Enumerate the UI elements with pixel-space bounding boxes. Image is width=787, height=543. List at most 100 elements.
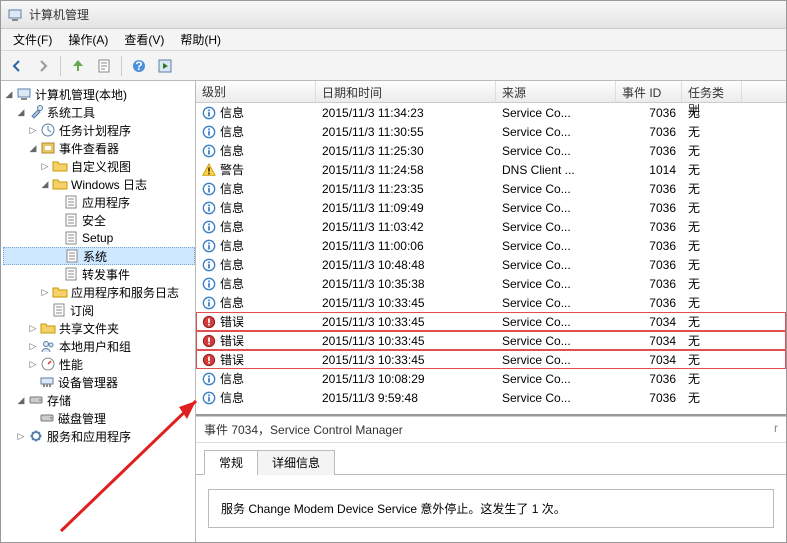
tree-sharedfolders[interactable]: ▷共享文件夹 (3, 319, 195, 337)
menu-action[interactable]: 操作(A) (60, 29, 116, 50)
nav-tree[interactable]: ◢计算机管理(本地) ◢系统工具 ▷ 任务计划程序 ◢事件查看器 ▷自定义视图 (1, 81, 196, 542)
expand-icon[interactable]: ▷ (27, 340, 39, 352)
tree-root[interactable]: ◢计算机管理(本地) (3, 85, 195, 103)
expand-icon[interactable]: ▷ (39, 160, 51, 172)
cell-source: Service Co... (496, 144, 616, 158)
tree-eventviewer[interactable]: ◢事件查看器 (3, 139, 195, 157)
cell-eventid: 7036 (616, 372, 682, 386)
tree-devmgr[interactable]: 设备管理器 (3, 373, 195, 391)
collapse-icon[interactable]: ◢ (39, 178, 51, 190)
menu-help[interactable]: 帮助(H) (172, 29, 229, 50)
warn-icon (202, 163, 216, 177)
cell-eventid: 7036 (616, 220, 682, 234)
app-icon (7, 7, 23, 23)
detail-corner: r (774, 421, 778, 438)
expand-icon[interactable]: ▷ (39, 286, 51, 298)
window-title: 计算机管理 (29, 6, 89, 23)
tree-label: Windows 日志 (71, 176, 147, 193)
back-button[interactable] (5, 54, 29, 78)
tree-appsvclogs[interactable]: ▷应用程序和服务日志 (3, 283, 195, 301)
tree-customviews[interactable]: ▷自定义视图 (3, 157, 195, 175)
col-eventid[interactable]: 事件 ID (616, 81, 682, 102)
info-icon (202, 391, 216, 405)
cell-eventid: 7036 (616, 239, 682, 253)
expand-icon[interactable]: ▷ (27, 358, 39, 370)
level-text: 信息 (220, 256, 244, 273)
level-text: 信息 (220, 218, 244, 235)
event-row[interactable]: 信息2015/11/3 11:23:35Service Co...7036无 (196, 179, 786, 198)
expand-icon[interactable]: ▷ (15, 430, 27, 442)
collapse-icon[interactable]: ◢ (15, 106, 27, 118)
tree-label: 本地用户和组 (59, 338, 131, 355)
level-text: 信息 (220, 370, 244, 387)
menu-view[interactable]: 查看(V) (116, 29, 172, 50)
event-row[interactable]: 错误2015/11/3 10:33:45Service Co...7034无 (196, 312, 786, 331)
event-row[interactable]: 信息2015/11/3 11:09:49Service Co...7036无 (196, 198, 786, 217)
cell-datetime: 2015/11/3 11:25:30 (316, 144, 496, 158)
tree-forwarded-log[interactable]: 转发事件 (3, 265, 195, 283)
cell-source: Service Co... (496, 125, 616, 139)
tab-details[interactable]: 详细信息 (257, 450, 335, 475)
event-row[interactable]: 错误2015/11/3 10:33:45Service Co...7034无 (196, 331, 786, 350)
level-text: 信息 (220, 389, 244, 406)
expand-icon[interactable]: ▷ (27, 124, 39, 136)
tree-services[interactable]: ▷服务和应用程序 (3, 427, 195, 445)
event-row[interactable]: 信息2015/11/3 11:03:42Service Co...7036无 (196, 217, 786, 236)
cell-source: Service Co... (496, 353, 616, 367)
tree-system-log[interactable]: 系统 (3, 247, 195, 265)
collapse-icon[interactable]: ◢ (3, 88, 15, 100)
event-row[interactable]: 错误2015/11/3 10:33:45Service Co...7034无 (196, 350, 786, 369)
event-row[interactable]: 信息2015/11/3 9:59:48Service Co...7036无 (196, 388, 786, 407)
event-row[interactable]: 信息2015/11/3 11:00:06Service Co...7036无 (196, 236, 786, 255)
event-row[interactable]: 信息2015/11/3 10:35:38Service Co...7036无 (196, 274, 786, 293)
col-source[interactable]: 来源 (496, 81, 616, 102)
properties-button[interactable] (92, 54, 116, 78)
expand-icon[interactable]: ▷ (27, 322, 39, 334)
action-button[interactable] (153, 54, 177, 78)
event-row[interactable]: 警告2015/11/3 11:24:58DNS Client ...1014无 (196, 160, 786, 179)
tree-perf[interactable]: ▷性能 (3, 355, 195, 373)
cell-task: 无 (682, 104, 742, 121)
event-row[interactable]: 信息2015/11/3 10:48:48Service Co...7036无 (196, 255, 786, 274)
detail-message: 服务 Change Modem Device Service 意外停止。这发生了… (221, 502, 566, 516)
tree-label: 任务计划程序 (59, 122, 131, 139)
cell-datetime: 2015/11/3 10:33:45 (316, 315, 496, 329)
tree-security-log[interactable]: 安全 (3, 211, 195, 229)
event-row[interactable]: 信息2015/11/3 11:30:55Service Co...7036无 (196, 122, 786, 141)
tree-storage[interactable]: ◢存储 (3, 391, 195, 409)
event-row[interactable]: 信息2015/11/3 10:33:45Service Co...7036无 (196, 293, 786, 312)
cell-datetime: 2015/11/3 9:59:48 (316, 391, 496, 405)
tree-setup-log[interactable]: Setup (3, 229, 195, 247)
detail-title-text: 事件 7034，Service Control Manager (204, 421, 403, 438)
tree-scheduler[interactable]: ▷ 任务计划程序 (3, 121, 195, 139)
tree-systools[interactable]: ◢系统工具 (3, 103, 195, 121)
col-datetime[interactable]: 日期和时间 (316, 81, 496, 102)
up-button[interactable] (66, 54, 90, 78)
perf-icon (40, 356, 56, 372)
cell-eventid: 7034 (616, 353, 682, 367)
tab-general[interactable]: 常规 (204, 450, 258, 475)
tree-subscriptions[interactable]: 订阅 (3, 301, 195, 319)
cell-task: 无 (682, 313, 742, 330)
tree-diskmgr[interactable]: 磁盘管理 (3, 409, 195, 427)
tree-winlogs[interactable]: ◢ Windows 日志 (3, 175, 195, 193)
log-icon (64, 248, 80, 264)
tree-label: 系统 (83, 248, 107, 265)
forward-button[interactable] (31, 54, 55, 78)
cell-eventid: 7036 (616, 258, 682, 272)
collapse-icon[interactable]: ◢ (15, 394, 27, 406)
event-rows[interactable]: 信息2015/11/3 11:34:23Service Co...7036无信息… (196, 103, 786, 414)
tree-app-log[interactable]: 应用程序 (3, 193, 195, 211)
info-icon (202, 125, 216, 139)
event-row[interactable]: 信息2015/11/3 11:34:23Service Co...7036无 (196, 103, 786, 122)
eventviewer-icon (40, 140, 56, 156)
event-row[interactable]: 信息2015/11/3 11:25:30Service Co...7036无 (196, 141, 786, 160)
event-row[interactable]: 信息2015/11/3 10:08:29Service Co...7036无 (196, 369, 786, 388)
col-task[interactable]: 任务类别 (682, 81, 742, 102)
collapse-icon[interactable]: ◢ (27, 142, 39, 154)
help-button[interactable] (127, 54, 151, 78)
col-level[interactable]: 级别 (196, 81, 316, 102)
tree-localusers[interactable]: ▷ 本地用户和组 (3, 337, 195, 355)
menu-file[interactable]: 文件(F) (5, 29, 60, 50)
folder-icon (52, 284, 68, 300)
